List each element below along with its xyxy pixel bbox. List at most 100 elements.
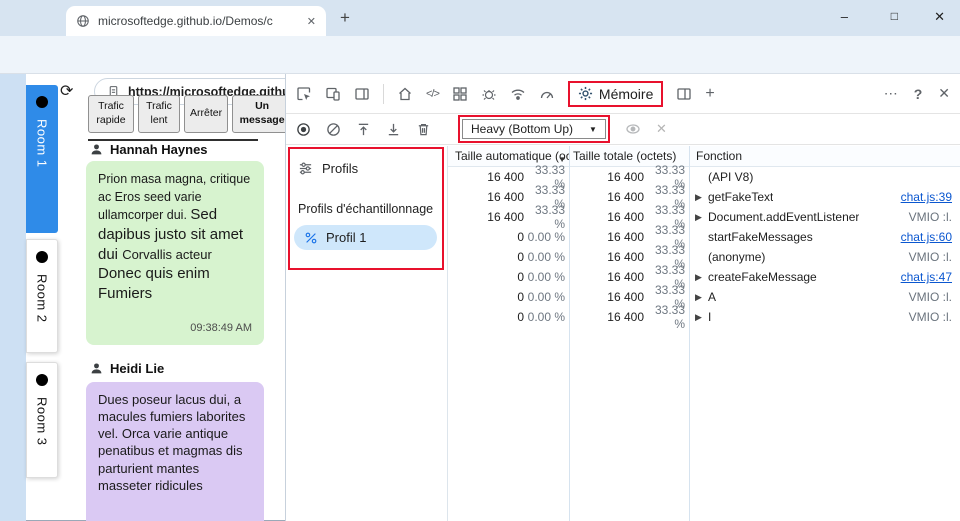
issues-bug-icon[interactable] xyxy=(481,86,497,102)
expand-arrow-icon[interactable]: ▶ xyxy=(695,292,708,303)
performance-gauge-icon[interactable] xyxy=(539,86,555,102)
self-pct: 33.33 % xyxy=(534,203,565,231)
message-timestamp: 09:38:49 AM xyxy=(190,322,252,335)
devtools-tab-bar: </> Mémoire + ⋯ ? ✕ xyxy=(286,74,960,114)
table-row[interactable]: 16 400 33.33 % 16 400 33.33 % ▶ Document.ad… xyxy=(448,203,960,231)
function-name: I xyxy=(708,310,712,324)
load-profile-icon[interactable] xyxy=(356,122,371,137)
room-dot-icon xyxy=(36,251,48,263)
dock-side-icon[interactable] xyxy=(354,86,370,102)
chat-controls: Trafic rapide Trafic lent Arrêter Un mes… xyxy=(88,95,293,133)
source-link[interactable]: chat.js:60 xyxy=(893,230,952,244)
table-row[interactable]: 0 0.00 % 16 400 33.33 % (anonyme) VMIO :l. xyxy=(448,243,960,271)
column-header-function[interactable]: Fonction xyxy=(689,149,960,163)
room-label: Room 3 xyxy=(34,397,50,446)
expand-arrow-icon[interactable]: ▶ xyxy=(695,212,708,223)
source-link[interactable]: chat.js:47 xyxy=(893,270,952,284)
column-divider xyxy=(689,146,690,521)
self-size: 0 xyxy=(517,310,524,324)
room-tab-1[interactable]: Room 1 xyxy=(26,85,58,233)
total-size: 16 400 xyxy=(607,190,644,204)
function-name: Document.addEventListener xyxy=(708,210,860,224)
save-profile-icon[interactable] xyxy=(386,122,401,137)
expand-arrow-icon[interactable]: ▶ xyxy=(695,192,708,203)
total-size: 16 400 xyxy=(607,250,644,264)
self-pct: 0.00 % xyxy=(527,250,565,264)
profile-item-selected[interactable]: Profil 1 xyxy=(294,225,437,250)
source-link: VMIO :l. xyxy=(908,250,952,264)
tab-title: microsoftedge.github.io/Demos/c xyxy=(98,14,273,28)
message-segment: Donec quis enim Fumiers xyxy=(98,265,210,303)
one-message-button[interactable]: Un message xyxy=(232,95,293,133)
total-size: 16 400 xyxy=(607,210,644,224)
table-row[interactable]: 0 0.00 % 16 400 33.33 % startFakeMessages c… xyxy=(448,223,960,251)
memory-toolbar: Heavy (Bottom Up) ▼ ✕ xyxy=(286,114,960,145)
source-link[interactable]: chat.js:39 xyxy=(893,190,952,204)
function-name: createFakeMessage xyxy=(708,270,817,284)
delete-profile-trash-icon[interactable] xyxy=(416,122,431,137)
table-row[interactable]: 0 0.00 % 16 400 33.33 % ▶ I VMIO :l. xyxy=(448,303,960,331)
total-pct: 33.33 % xyxy=(654,303,685,331)
expand-arrow-icon[interactable]: ▶ xyxy=(695,312,708,323)
column-divider xyxy=(569,146,570,521)
clear-profiles-icon[interactable] xyxy=(326,122,341,137)
memory-tab-label: Mémoire xyxy=(598,85,654,102)
tab-strip: microsoftedge.github.io/Demos/c ✕ + – □ … xyxy=(0,0,960,36)
message-text: Prion masa magna, critique ac Eros seed … xyxy=(98,170,252,304)
room-tab-3[interactable]: Room 3 xyxy=(26,362,58,478)
tab-close-icon[interactable]: ✕ xyxy=(307,15,316,28)
globe-favicon-icon xyxy=(76,14,90,28)
profils-header[interactable]: Profils xyxy=(286,152,447,185)
heavy-profile-table: Taille automatique (octets)▼ Taille tota… xyxy=(448,146,960,521)
total-size: 16 400 xyxy=(607,290,644,304)
record-profile-icon[interactable] xyxy=(296,122,311,137)
fast-traffic-button[interactable]: Trafic rapide xyxy=(88,95,134,133)
devtools-more-menu-icon[interactable]: ⋯ xyxy=(884,85,898,102)
self-size: 0 xyxy=(517,230,524,244)
focus-eye-icon[interactable] xyxy=(625,121,641,137)
profiles-sidebar: Profils Profils d'échantillonnage Profil… xyxy=(286,146,448,521)
self-pct: 0.00 % xyxy=(527,310,565,324)
slow-traffic-button[interactable]: Trafic lent xyxy=(138,95,180,133)
inspect-element-icon[interactable] xyxy=(296,86,312,102)
add-panel-button[interactable]: + xyxy=(705,85,714,103)
expand-arrow-icon[interactable]: ▶ xyxy=(695,272,708,283)
self-size: 0 xyxy=(517,270,524,284)
window-minimize-button[interactable]: – xyxy=(841,9,848,24)
tab-memory[interactable]: Mémoire xyxy=(567,80,664,107)
column-header-self-size[interactable]: Taille automatique (octets)▼ xyxy=(448,149,569,163)
table-row[interactable]: 0 0.00 % 16 400 33.33 % ▶ A VMIO :l. xyxy=(448,283,960,311)
column-header-total-size[interactable]: Taille totale (octets) xyxy=(569,149,689,163)
function-name: A xyxy=(708,290,717,304)
device-emulation-icon[interactable] xyxy=(325,86,341,102)
panel-layout-icon[interactable] xyxy=(676,86,692,102)
table-row[interactable]: 0 0.00 % 16 400 33.33 % ▶ createFakeMessage… xyxy=(448,263,960,291)
message-segment: Prion masa magna, critique ac Eros seed … xyxy=(98,172,251,222)
welcome-home-icon[interactable] xyxy=(397,86,413,102)
sources-code-icon[interactable]: </> xyxy=(426,88,440,100)
devtools-help-icon[interactable]: ? xyxy=(914,86,923,102)
stop-button[interactable]: Arrêter xyxy=(184,95,229,133)
window-maximize-button[interactable]: □ xyxy=(891,9,898,23)
heavy-bottom-up-dropdown[interactable]: Heavy (Bottom Up) ▼ xyxy=(462,119,606,139)
new-tab-button[interactable]: + xyxy=(340,8,350,28)
profile-name: Profil 1 xyxy=(326,230,367,245)
detached-elements-icon[interactable] xyxy=(452,86,468,102)
room-dot-icon xyxy=(36,96,48,108)
room-tab-2[interactable]: Room 2 xyxy=(26,239,58,353)
message-text: Dues poseur lacus dui, a macules fumiers… xyxy=(98,391,252,494)
exclude-clear-icon[interactable]: ✕ xyxy=(656,121,667,137)
address-bar: ← ⟳ https://microsoftedge.github.io/Demo… xyxy=(0,36,960,105)
sort-desc-icon: ▼ xyxy=(558,155,566,163)
total-size: 16 400 xyxy=(607,230,644,244)
self-size: 16 400 xyxy=(487,210,524,224)
self-pct: 0.00 % xyxy=(527,230,565,244)
total-size: 16 400 xyxy=(607,310,644,324)
refresh-button[interactable]: ⟳ xyxy=(60,81,73,101)
browser-tab[interactable]: microsoftedge.github.io/Demos/c ✕ xyxy=(66,6,326,36)
chat-divider xyxy=(88,139,258,141)
window-close-button[interactable]: ✕ xyxy=(934,9,945,25)
network-wifi-icon[interactable] xyxy=(510,86,526,102)
devtools-close-icon[interactable]: ✕ xyxy=(938,85,950,102)
room-label: Room 1 xyxy=(34,119,50,168)
